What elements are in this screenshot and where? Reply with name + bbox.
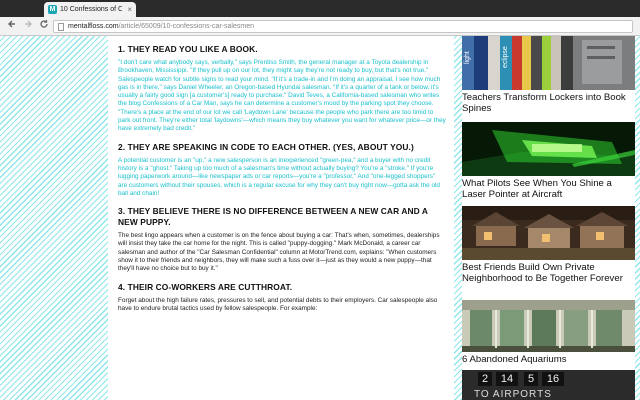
article-thumbnail[interactable] (462, 206, 635, 260)
article-thumbnail[interactable] (462, 122, 635, 176)
url-path: /article/65009/10-confessions-car-salesm… (118, 23, 254, 30)
tab-title: 10 Confessions of Car Sale (60, 6, 122, 13)
article-body: 1. THEY READ YOU LIKE A BOOK. "I don't c… (108, 36, 454, 400)
book-spine-word: light (464, 51, 471, 64)
related-article-card[interactable]: 6 Abandoned Aquariums (462, 300, 635, 368)
article-thumbnail[interactable]: 2 14 5 16 TO AIRPORTS (462, 370, 635, 400)
tab-bar: M 10 Confessions of Car Sale × (0, 0, 640, 17)
article-caption[interactable]: Teachers Transform Lockers into Book Spi… (462, 92, 635, 114)
section-heading: 2. THEY ARE SPEAKING IN CODE TO EACH OTH… (118, 141, 414, 152)
article-caption[interactable]: What Pilots See When You Shine a Laser P… (462, 178, 635, 200)
tab-article[interactable]: M 10 Confessions of Car Sale × (44, 2, 136, 17)
related-article-card[interactable]: 2 14 5 16 TO AIRPORTS (462, 370, 635, 400)
section-heading: 4. THEIR CO-WORKERS ARE CUTTHROAT. (118, 281, 293, 292)
section-paragraph: "I don't care what anybody says, verball… (118, 59, 446, 133)
section-heading: 3. THEY BELIEVE THERE IS NO DIFFERENCE B… (118, 206, 428, 228)
section-paragraph: Forget about the high failure rates, pre… (118, 296, 438, 312)
related-article-card[interactable]: Best Friends Build Own Private Neighborh… (462, 206, 635, 298)
article-caption[interactable]: 6 Abandoned Aquariums (462, 354, 635, 365)
reload-icon[interactable] (38, 19, 50, 33)
article-thumbnail[interactable]: light eclipse (462, 36, 635, 90)
mentalfloss-favicon-icon: M (48, 5, 57, 14)
close-tab-icon[interactable]: × (127, 2, 132, 17)
arrow-right-icon[interactable] (22, 19, 34, 33)
related-articles-sidebar: light eclipse Teachers Transform Lockers… (462, 36, 635, 400)
flap-digit: 2 (478, 372, 492, 386)
flap-digit: 5 (524, 372, 538, 386)
page-background: 1. THEY READ YOU LIKE A BOOK. "I don't c… (0, 36, 640, 400)
flap-text: TO AIRPORTS (474, 389, 552, 400)
flap-digit: 14 (496, 372, 518, 386)
page-icon (58, 23, 64, 31)
section-paragraph: A potential customer is an "up," a new s… (118, 156, 440, 197)
article-caption[interactable]: Best Friends Build Own Private Neighborh… (462, 262, 635, 284)
related-article-card[interactable]: light eclipse Teachers Transform Lockers… (462, 36, 635, 120)
section-heading: 1. THEY READ YOU LIKE A BOOK. (118, 44, 258, 54)
url-host: mentalfloss.com (68, 23, 119, 30)
section-paragraph: The best lingo appears when a customer i… (118, 232, 440, 273)
related-article-card[interactable]: What Pilots See When You Shine a Laser P… (462, 122, 635, 202)
flap-digit: 16 (542, 372, 564, 386)
url-text[interactable]: mentalfloss.com/article/65009/10-confess… (68, 21, 254, 32)
browser-toolbar: mentalfloss.com/article/65009/10-confess… (0, 17, 640, 36)
address-bar[interactable]: mentalfloss.com/article/65009/10-confess… (53, 20, 633, 33)
arrow-left-icon[interactable] (6, 19, 18, 33)
article-thumbnail[interactable] (462, 300, 635, 352)
book-spine-word: eclipse (502, 46, 509, 68)
